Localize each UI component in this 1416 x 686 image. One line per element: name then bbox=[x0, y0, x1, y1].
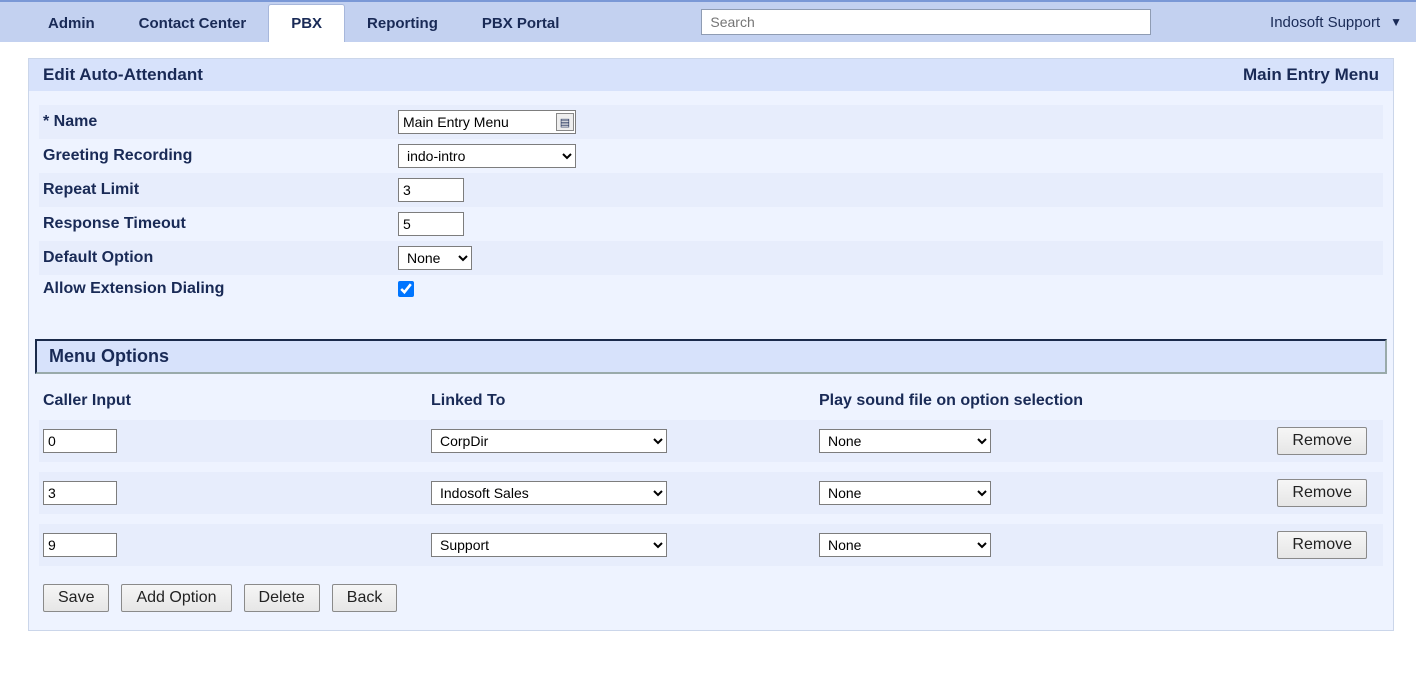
tab-pbx[interactable]: PBX bbox=[268, 4, 345, 42]
label-timeout: Response Timeout bbox=[43, 215, 398, 233]
option-row: Indosoft Sales None Remove bbox=[39, 472, 1383, 514]
header-linked-to: Linked To bbox=[431, 392, 819, 410]
panel-title: Edit Auto-Attendant bbox=[43, 65, 203, 85]
remove-button[interactable]: Remove bbox=[1277, 531, 1367, 559]
user-label: Indosoft Support bbox=[1270, 14, 1380, 31]
search-input[interactable] bbox=[701, 9, 1151, 35]
linked-to-select[interactable]: CorpDir bbox=[431, 429, 667, 453]
save-button[interactable]: Save bbox=[43, 584, 109, 612]
label-name: * Name bbox=[43, 113, 398, 131]
row-name: * Name ▤ bbox=[39, 105, 1383, 139]
row-default: Default Option None bbox=[39, 241, 1383, 275]
caller-input-field[interactable] bbox=[43, 481, 117, 505]
panel-header: Edit Auto-Attendant Main Entry Menu bbox=[29, 59, 1393, 91]
row-greeting: Greeting Recording indo-intro bbox=[39, 139, 1383, 173]
form-area: * Name ▤ Greeting Recording indo-intro R… bbox=[29, 91, 1393, 311]
allow-ext-checkbox[interactable] bbox=[398, 281, 414, 297]
linked-to-select[interactable]: Indosoft Sales bbox=[431, 481, 667, 505]
header-play-sound: Play sound file on option selection bbox=[819, 392, 1257, 410]
sound-select[interactable]: None bbox=[819, 533, 991, 557]
label-allow-ext: Allow Extension Dialing bbox=[43, 280, 398, 298]
caller-input-field[interactable] bbox=[43, 429, 117, 453]
sound-select[interactable]: None bbox=[819, 481, 991, 505]
remove-button[interactable]: Remove bbox=[1277, 427, 1367, 455]
page-wrap: Edit Auto-Attendant Main Entry Menu * Na… bbox=[0, 42, 1416, 657]
chevron-down-icon: ▼ bbox=[1390, 15, 1402, 29]
remove-button[interactable]: Remove bbox=[1277, 479, 1367, 507]
panel-subtitle: Main Entry Menu bbox=[1243, 65, 1379, 85]
label-greeting: Greeting Recording bbox=[43, 147, 398, 165]
timeout-field[interactable] bbox=[398, 212, 464, 236]
option-row: Support None Remove bbox=[39, 524, 1383, 566]
top-nav-bar: Admin Contact Center PBX Reporting PBX P… bbox=[0, 0, 1416, 42]
header-remove bbox=[1257, 392, 1367, 410]
menu-options-title: Menu Options bbox=[35, 339, 1387, 374]
tab-reporting[interactable]: Reporting bbox=[345, 5, 460, 42]
caller-input-field[interactable] bbox=[43, 533, 117, 557]
tab-contact-center[interactable]: Contact Center bbox=[117, 5, 269, 42]
row-repeat: Repeat Limit bbox=[39, 173, 1383, 207]
sound-select[interactable]: None bbox=[819, 429, 991, 453]
action-bar: Save Add Option Delete Back bbox=[39, 566, 1383, 622]
options-area: Caller Input Linked To Play sound file o… bbox=[29, 374, 1393, 630]
linked-to-select[interactable]: Support bbox=[431, 533, 667, 557]
edit-panel: Edit Auto-Attendant Main Entry Menu * Na… bbox=[28, 58, 1394, 631]
main-tabs: Admin Contact Center PBX Reporting PBX P… bbox=[26, 2, 581, 42]
default-select[interactable]: None bbox=[398, 246, 472, 270]
row-allow-ext: Allow Extension Dialing bbox=[39, 275, 1383, 303]
greeting-select[interactable]: indo-intro bbox=[398, 144, 576, 168]
label-default: Default Option bbox=[43, 249, 398, 267]
add-option-button[interactable]: Add Option bbox=[121, 584, 231, 612]
tab-admin[interactable]: Admin bbox=[26, 5, 117, 42]
row-timeout: Response Timeout bbox=[39, 207, 1383, 241]
delete-button[interactable]: Delete bbox=[244, 584, 320, 612]
header-caller-input: Caller Input bbox=[43, 392, 431, 410]
label-repeat: Repeat Limit bbox=[43, 181, 398, 199]
back-button[interactable]: Back bbox=[332, 584, 398, 612]
user-menu[interactable]: Indosoft Support ▼ bbox=[1270, 14, 1402, 31]
repeat-field[interactable] bbox=[398, 178, 464, 202]
search-wrap bbox=[701, 9, 1151, 35]
options-header-row: Caller Input Linked To Play sound file o… bbox=[39, 392, 1383, 410]
option-row: CorpDir None Remove bbox=[39, 420, 1383, 462]
name-field[interactable] bbox=[398, 110, 576, 134]
tab-pbx-portal[interactable]: PBX Portal bbox=[460, 5, 582, 42]
